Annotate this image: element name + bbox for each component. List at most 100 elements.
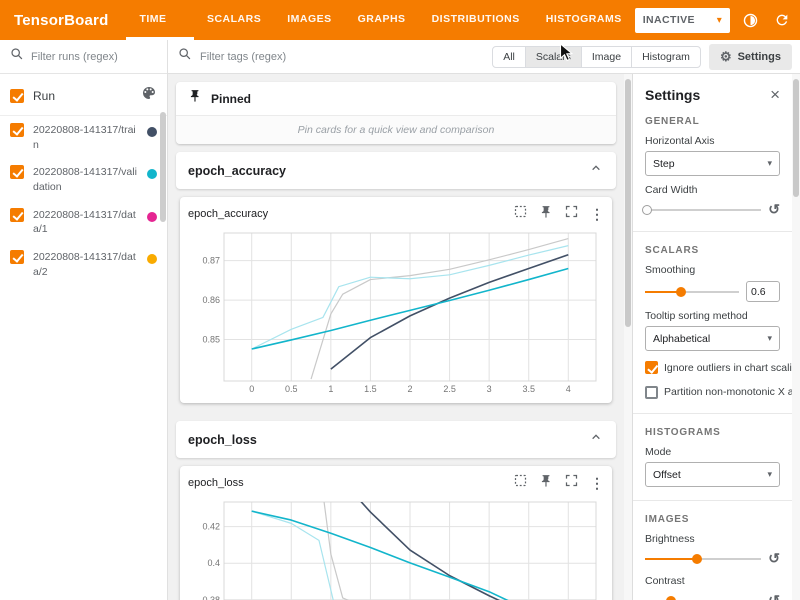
smoothing-label: Smoothing (645, 264, 780, 276)
histogram-mode-select[interactable]: Offset ▾ (645, 462, 780, 487)
fit-to-data-icon[interactable] (513, 473, 528, 493)
slider-thumb[interactable] (642, 205, 652, 215)
gear-icon: ⚙ (720, 49, 732, 65)
svg-text:4: 4 (566, 384, 571, 394)
slider-thumb[interactable] (676, 287, 686, 297)
fullscreen-icon[interactable] (564, 473, 579, 493)
svg-text:2: 2 (407, 384, 412, 394)
run-label: 20220808-141317/data/2 (33, 250, 138, 279)
fullscreen-icon[interactable] (564, 204, 579, 224)
chart-card-title: epoch_accuracy (188, 208, 513, 220)
main-scrollbar-thumb[interactable] (625, 79, 631, 327)
run-label: 20220808-141317/data/1 (33, 208, 138, 237)
run-checkbox[interactable] (10, 123, 24, 137)
pin-icon (188, 89, 202, 108)
run-row-data-2[interactable]: 20220808-141317/data/2 (0, 243, 167, 285)
section-title: epoch_loss (188, 433, 588, 447)
sidebar-scrollbar[interactable] (160, 112, 166, 222)
runs-filter-box (0, 40, 167, 74)
smoothing-slider[interactable] (645, 285, 739, 299)
histogram-mode-label: Mode (645, 446, 780, 458)
checkbox[interactable] (645, 386, 658, 399)
ignore-outliers-checkbox[interactable]: Ignore outliers in chart scaling (645, 361, 780, 374)
svg-text:0: 0 (249, 384, 254, 394)
run-color-dot (147, 212, 157, 222)
card-width-slider[interactable] (645, 203, 761, 217)
slider-thumb[interactable] (692, 554, 702, 564)
chevron-up-icon[interactable] (588, 160, 604, 181)
svg-text:0.4: 0.4 (207, 558, 220, 568)
main-scrollbar (624, 74, 632, 600)
settings-button[interactable]: ⚙ Settings (709, 44, 792, 70)
runs-filter-input[interactable] (31, 51, 143, 63)
runs-sidebar: Run 20220808-141317/train 20220808-14131… (0, 40, 168, 600)
run-checkbox[interactable] (10, 165, 24, 179)
chevron-up-icon[interactable] (588, 429, 604, 450)
close-icon[interactable]: × (770, 86, 780, 103)
run-checkbox[interactable] (10, 250, 24, 264)
status-dropdown[interactable]: INACTIVE ▾ (635, 8, 730, 33)
tab-graphs[interactable]: GRAPHS (345, 0, 419, 40)
tag-type-filter-chips: All Scalars Image Histogram (492, 46, 701, 68)
pin-icon[interactable] (539, 205, 553, 224)
brightness-slider[interactable] (645, 552, 761, 566)
chip-image[interactable]: Image (581, 46, 632, 68)
dark-mode-toggle-icon[interactable] (741, 9, 761, 31)
smoothing-input[interactable] (746, 281, 780, 302)
page-scrollbar-thumb[interactable] (793, 79, 799, 197)
chart-card-epoch-accuracy: epoch_accuracy ⋮ 00.511.522.533.540.850.… (180, 197, 612, 403)
section-header-epoch-accuracy[interactable]: epoch_accuracy (176, 152, 616, 189)
tab-images[interactable]: IMAGES (274, 0, 344, 40)
checkbox[interactable] (645, 361, 658, 374)
partition-x-axis-checkbox[interactable]: Partition non-monotonic X axis ⓘ (645, 384, 780, 400)
tab-distributions[interactable]: DISTRIBUTIONS (419, 0, 533, 40)
divider (633, 231, 792, 232)
chip-scalars[interactable]: Scalars (525, 46, 582, 68)
chip-histogram[interactable]: Histogram (631, 46, 701, 68)
contrast-label: Contrast (645, 575, 780, 587)
tab-histograms[interactable]: HISTOGRAMS (533, 0, 635, 40)
settings-panel-title: Settings (645, 87, 770, 103)
tab-scalars[interactable]: SCALARS (194, 0, 274, 40)
reset-brightness-icon[interactable]: ↺ (768, 550, 780, 567)
app-title: TensorBoard (14, 12, 108, 29)
runs-header-row: Run (0, 74, 167, 116)
svg-text:1: 1 (328, 384, 333, 394)
svg-text:1.5: 1.5 (364, 384, 377, 394)
pinned-card: Pinned Pin cards for a quick view and co… (176, 82, 616, 144)
select-all-runs-checkbox[interactable] (10, 89, 24, 103)
more-options-icon[interactable]: ⋮ (590, 206, 604, 223)
refresh-icon[interactable] (772, 9, 792, 31)
tag-filter-input[interactable] (200, 51, 484, 63)
header-actions: INACTIVE ▾ ⚙ ? (635, 8, 800, 33)
brightness-label: Brightness (645, 533, 780, 545)
run-color-dot (147, 169, 157, 179)
chart-card-header: epoch_loss ⋮ (188, 470, 604, 496)
reset-card-width-icon[interactable]: ↺ (768, 201, 780, 218)
svg-text:0.5: 0.5 (285, 384, 298, 394)
horizontal-axis-select[interactable]: Step ▾ (645, 151, 780, 176)
chevron-down-icon: ▾ (767, 469, 772, 480)
cards-area: Pinned Pin cards for a quick view and co… (168, 74, 624, 600)
tab-time-series[interactable]: TIME SERIES (126, 0, 194, 40)
pin-icon[interactable] (539, 474, 553, 493)
run-row-train[interactable]: 20220808-141317/train (0, 116, 167, 158)
epoch-accuracy-chart[interactable]: 00.511.522.533.540.850.860.87 (188, 227, 604, 397)
chip-all[interactable]: All (492, 46, 526, 68)
contrast-slider[interactable] (645, 594, 761, 600)
palette-icon[interactable] (141, 85, 157, 106)
run-row-validation[interactable]: 20220808-141317/validation (0, 158, 167, 200)
section-header-epoch-loss[interactable]: epoch_loss (176, 421, 616, 458)
more-options-icon[interactable]: ⋮ (590, 475, 604, 492)
run-checkbox[interactable] (10, 208, 24, 222)
chevron-down-icon: ▾ (717, 15, 722, 26)
epoch-loss-chart[interactable]: 00.511.522.533.540.360.380.40.42 (188, 496, 604, 600)
run-label: 20220808-141317/train (33, 123, 138, 152)
fit-to-data-icon[interactable] (513, 204, 528, 224)
svg-text:3.5: 3.5 (522, 384, 535, 394)
reset-contrast-icon[interactable]: ↺ (768, 592, 780, 600)
tooltip-sorting-select[interactable]: Alphabetical ▾ (645, 326, 780, 351)
run-color-dot (147, 127, 157, 137)
run-row-data-1[interactable]: 20220808-141317/data/1 (0, 201, 167, 243)
slider-thumb[interactable] (666, 596, 676, 600)
